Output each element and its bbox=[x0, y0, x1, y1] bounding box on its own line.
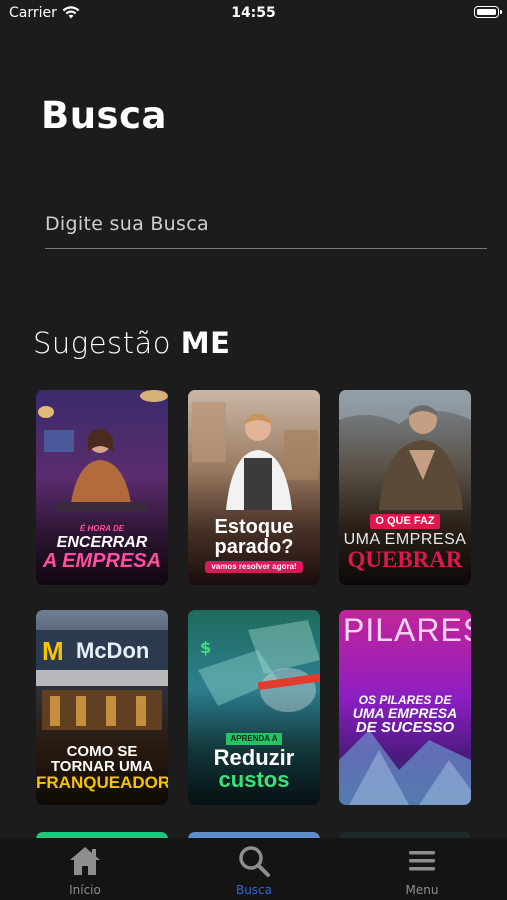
card-caption-line3: FRANQUEADORA bbox=[36, 773, 168, 792]
home-icon bbox=[70, 847, 100, 875]
tab-bar: Início Busca Menu bbox=[0, 838, 507, 900]
suggestion-card[interactable]: É HORA DE ENCERRAR A EMPRESA bbox=[36, 390, 168, 585]
tab-label: Menu bbox=[405, 883, 439, 897]
card-caption-line1: Reduzir bbox=[213, 745, 295, 770]
card-caption-line1: UMA EMPRESA bbox=[343, 531, 467, 548]
card-caption-tag: O QUE FAZ bbox=[370, 514, 440, 529]
search-icon bbox=[239, 846, 270, 877]
card-caption-line1: COMO SE bbox=[66, 743, 138, 760]
tab-inicio[interactable]: Início bbox=[25, 838, 145, 900]
suggestion-card[interactable]: $ APRENDA A Reduzir custos bbox=[188, 610, 320, 805]
suggestion-grid: É HORA DE ENCERRAR A EMPRESA Estoque par… bbox=[0, 0, 507, 900]
card-caption-small: É HORA DE bbox=[79, 524, 125, 533]
suggestion-card[interactable]: Estoque parado? vamos resolver agora! bbox=[188, 390, 320, 585]
card-caption-tag: APRENDA A bbox=[225, 733, 283, 745]
card-caption: APRENDA A Reduzir custos bbox=[188, 729, 320, 791]
card-sign: McDon bbox=[76, 638, 150, 663]
tab-busca[interactable]: Busca bbox=[194, 838, 314, 900]
tab-label: Início bbox=[69, 883, 101, 897]
card-caption-line1: ENCERRAR bbox=[56, 534, 148, 551]
card-headline: PILARES bbox=[343, 612, 471, 648]
card-caption: COMO SE TORNAR UMA FRANQUEADORA bbox=[36, 744, 168, 791]
tab-menu[interactable]: Menu bbox=[362, 838, 482, 900]
card-caption: O QUE FAZ UMA EMPRESA QUEBRAR bbox=[339, 512, 471, 571]
card-caption-line2: QUEBRAR bbox=[347, 547, 463, 572]
suggestion-card[interactable]: O QUE FAZ UMA EMPRESA QUEBRAR bbox=[339, 390, 471, 585]
card-caption-line2: custos bbox=[218, 767, 290, 792]
dollar-icon: $ bbox=[200, 638, 212, 657]
menu-icon bbox=[409, 851, 435, 871]
card-caption-line1: Estoque bbox=[214, 516, 294, 538]
card-caption-line3: DE SUCESSO bbox=[355, 719, 455, 736]
tab-label: Busca bbox=[235, 883, 273, 897]
card-caption-line2: A EMPRESA bbox=[42, 550, 162, 572]
mcdonalds-logo: M bbox=[42, 636, 64, 666]
card-caption: OS PILARES DE UMA EMPRESA DE SUCESSO bbox=[339, 694, 471, 735]
screen: Carrier 14:55 Busca Sugestão ME bbox=[0, 0, 507, 900]
card-caption: É HORA DE ENCERRAR A EMPRESA bbox=[36, 524, 168, 572]
card-caption-line2: UMA EMPRESA bbox=[352, 705, 458, 721]
card-caption-line2: TORNAR UMA bbox=[50, 758, 154, 775]
card-caption-pill: vamos resolver agora! bbox=[205, 561, 303, 573]
card-caption-line2: parado? bbox=[214, 536, 294, 558]
suggestion-card[interactable]: PILARES OS PILARES DE UMA EMPRESA DE SUC… bbox=[339, 610, 471, 805]
suggestion-card[interactable]: M McDon COMO SE TORNAR UMA FRANQUEADORA bbox=[36, 610, 168, 805]
card-caption: Estoque parado? vamos resolver agora! bbox=[188, 517, 320, 573]
